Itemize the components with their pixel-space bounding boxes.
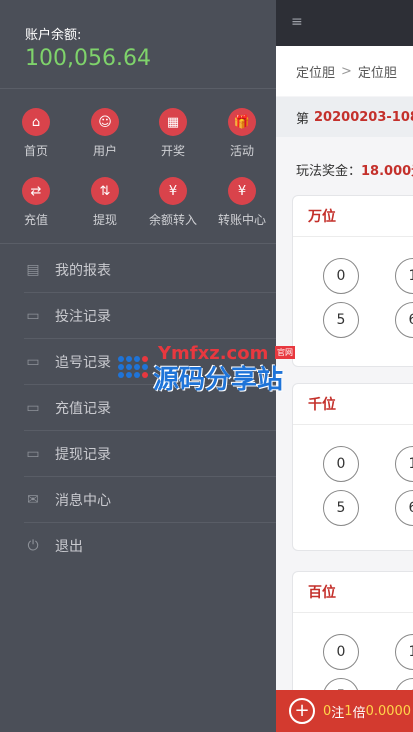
- position-card-wan: 万位 0 1 5 6: [292, 195, 413, 367]
- menu-item-logout[interactable]: ⏻ 退出: [0, 523, 276, 569]
- home-icon: ⌂: [22, 108, 50, 136]
- bet-count: 0: [323, 703, 332, 719]
- breadcrumb-item[interactable]: 定位胆: [296, 62, 335, 81]
- menu-label: 消息中心: [55, 493, 111, 509]
- mail-icon: ✉: [27, 492, 39, 508]
- bet-summary-bar: + 0 注 1 倍 0.0000: [276, 690, 413, 732]
- divider: [0, 88, 276, 89]
- grid-label: 开奖: [160, 144, 185, 158]
- menu-item-bet-record[interactable]: ▭ 投注记录: [0, 293, 276, 339]
- power-icon: ⏻: [27, 538, 39, 554]
- position-title: 百位: [293, 572, 413, 613]
- recharge-icon: ⇄: [22, 177, 50, 205]
- number-ball[interactable]: 1: [395, 446, 413, 482]
- grid-home[interactable]: ⌂ 首页: [2, 108, 70, 159]
- menu-item-recharge-record[interactable]: ▭ 充值记录: [0, 385, 276, 431]
- menu-icon[interactable]: ≡: [291, 14, 303, 30]
- grid-label: 首页: [23, 144, 48, 158]
- number-ball[interactable]: 5: [323, 490, 359, 526]
- grid-label: 活动: [229, 144, 254, 158]
- gift-icon: 🎁: [228, 108, 256, 136]
- user-icon: ☺: [91, 108, 119, 136]
- menu-label: 追号记录: [55, 355, 111, 371]
- bet-record-icon: ▭: [26, 308, 40, 324]
- grid-label: 用户: [92, 144, 117, 158]
- menu-label: 我的报表: [55, 263, 111, 279]
- grid-label: 充值: [23, 213, 48, 227]
- main-content: ≡ 定位胆 > 定位胆 第 20200203-1084 玩法奖金：18.000元…: [276, 0, 413, 732]
- menu-item-withdraw-record[interactable]: ▭ 提现记录: [0, 431, 276, 477]
- side-drawer: 账户余额: 100,056.64 ⌂ 首页 ☺ 用户 ▦ 开奖 🎁 活动 ⇄ 充…: [0, 0, 276, 732]
- menu-label: 投注记录: [55, 309, 111, 325]
- menu-label: 退出: [55, 539, 83, 555]
- report-icon: ▤: [26, 262, 40, 278]
- bet-multiple-unit: 倍: [352, 705, 366, 721]
- breadcrumb: 定位胆 > 定位胆: [276, 46, 413, 96]
- bet-amount: 0.0000: [365, 703, 412, 719]
- menu-item-report[interactable]: ▤ 我的报表: [0, 247, 276, 293]
- chevron-right-icon: >: [341, 63, 352, 79]
- grid-activity[interactable]: 🎁 活动: [208, 108, 276, 159]
- number-ball[interactable]: 1: [395, 258, 413, 294]
- number-ball[interactable]: 0: [323, 634, 359, 670]
- divider: [0, 243, 276, 244]
- balance-label: 账户余额:: [25, 28, 82, 43]
- withdraw-icon: ⇅: [91, 177, 119, 205]
- grid-recharge[interactable]: ⇄ 充值: [2, 177, 70, 228]
- number-ball[interactable]: 1: [395, 634, 413, 670]
- top-bar: ≡: [276, 0, 413, 46]
- prize-label: 玩法奖金：: [296, 164, 362, 179]
- number-ball[interactable]: 5: [323, 302, 359, 338]
- position-card-qian: 千位 0 1 5 6: [292, 383, 413, 551]
- number-ball[interactable]: 6: [395, 490, 413, 526]
- grid-label: 余额转入: [148, 213, 197, 227]
- grid-user[interactable]: ☺ 用户: [71, 108, 139, 159]
- issue-number: 20200203-1084: [314, 109, 413, 125]
- recharge-record-icon: ▭: [26, 400, 40, 416]
- grid-label: 提现: [92, 213, 117, 227]
- menu-item-chase-record[interactable]: ▭ 追号记录: [0, 339, 276, 385]
- prize-value: 18.000元: [361, 164, 413, 179]
- grid-transfer-center[interactable]: ¥ 转账中心: [208, 177, 276, 228]
- lottery-icon: ▦: [159, 108, 187, 136]
- number-ball[interactable]: 0: [323, 258, 359, 294]
- issue-prefix: 第: [296, 111, 310, 127]
- issue-bar: 第 20200203-1084: [276, 97, 413, 137]
- bet-multiple: 1: [344, 703, 353, 719]
- withdraw-record-icon: ▭: [26, 446, 40, 462]
- bet-count-unit: 注: [331, 705, 345, 721]
- menu-label: 充值记录: [55, 401, 111, 417]
- grid-label: 转账中心: [217, 213, 266, 227]
- transfer-in-icon: ¥: [159, 177, 187, 205]
- add-bet-icon[interactable]: +: [289, 698, 315, 724]
- grid-lottery[interactable]: ▦ 开奖: [139, 108, 207, 159]
- number-ball[interactable]: 0: [323, 446, 359, 482]
- position-title: 万位: [293, 196, 413, 237]
- grid-withdraw[interactable]: ⇅ 提现: [71, 177, 139, 228]
- transfer-center-icon: ¥: [228, 177, 256, 205]
- chase-record-icon: ▭: [26, 354, 40, 370]
- menu-item-messages[interactable]: ✉ 消息中心: [0, 477, 276, 523]
- grid-transfer-in[interactable]: ¥ 余额转入: [139, 177, 207, 228]
- position-title: 千位: [293, 384, 413, 425]
- balance-value: 100,056.64: [25, 46, 151, 71]
- breadcrumb-item[interactable]: 定位胆: [358, 62, 397, 81]
- prize-info: 玩法奖金：18.000元: [296, 160, 413, 179]
- number-ball[interactable]: 6: [395, 302, 413, 338]
- menu-label: 提现记录: [55, 447, 111, 463]
